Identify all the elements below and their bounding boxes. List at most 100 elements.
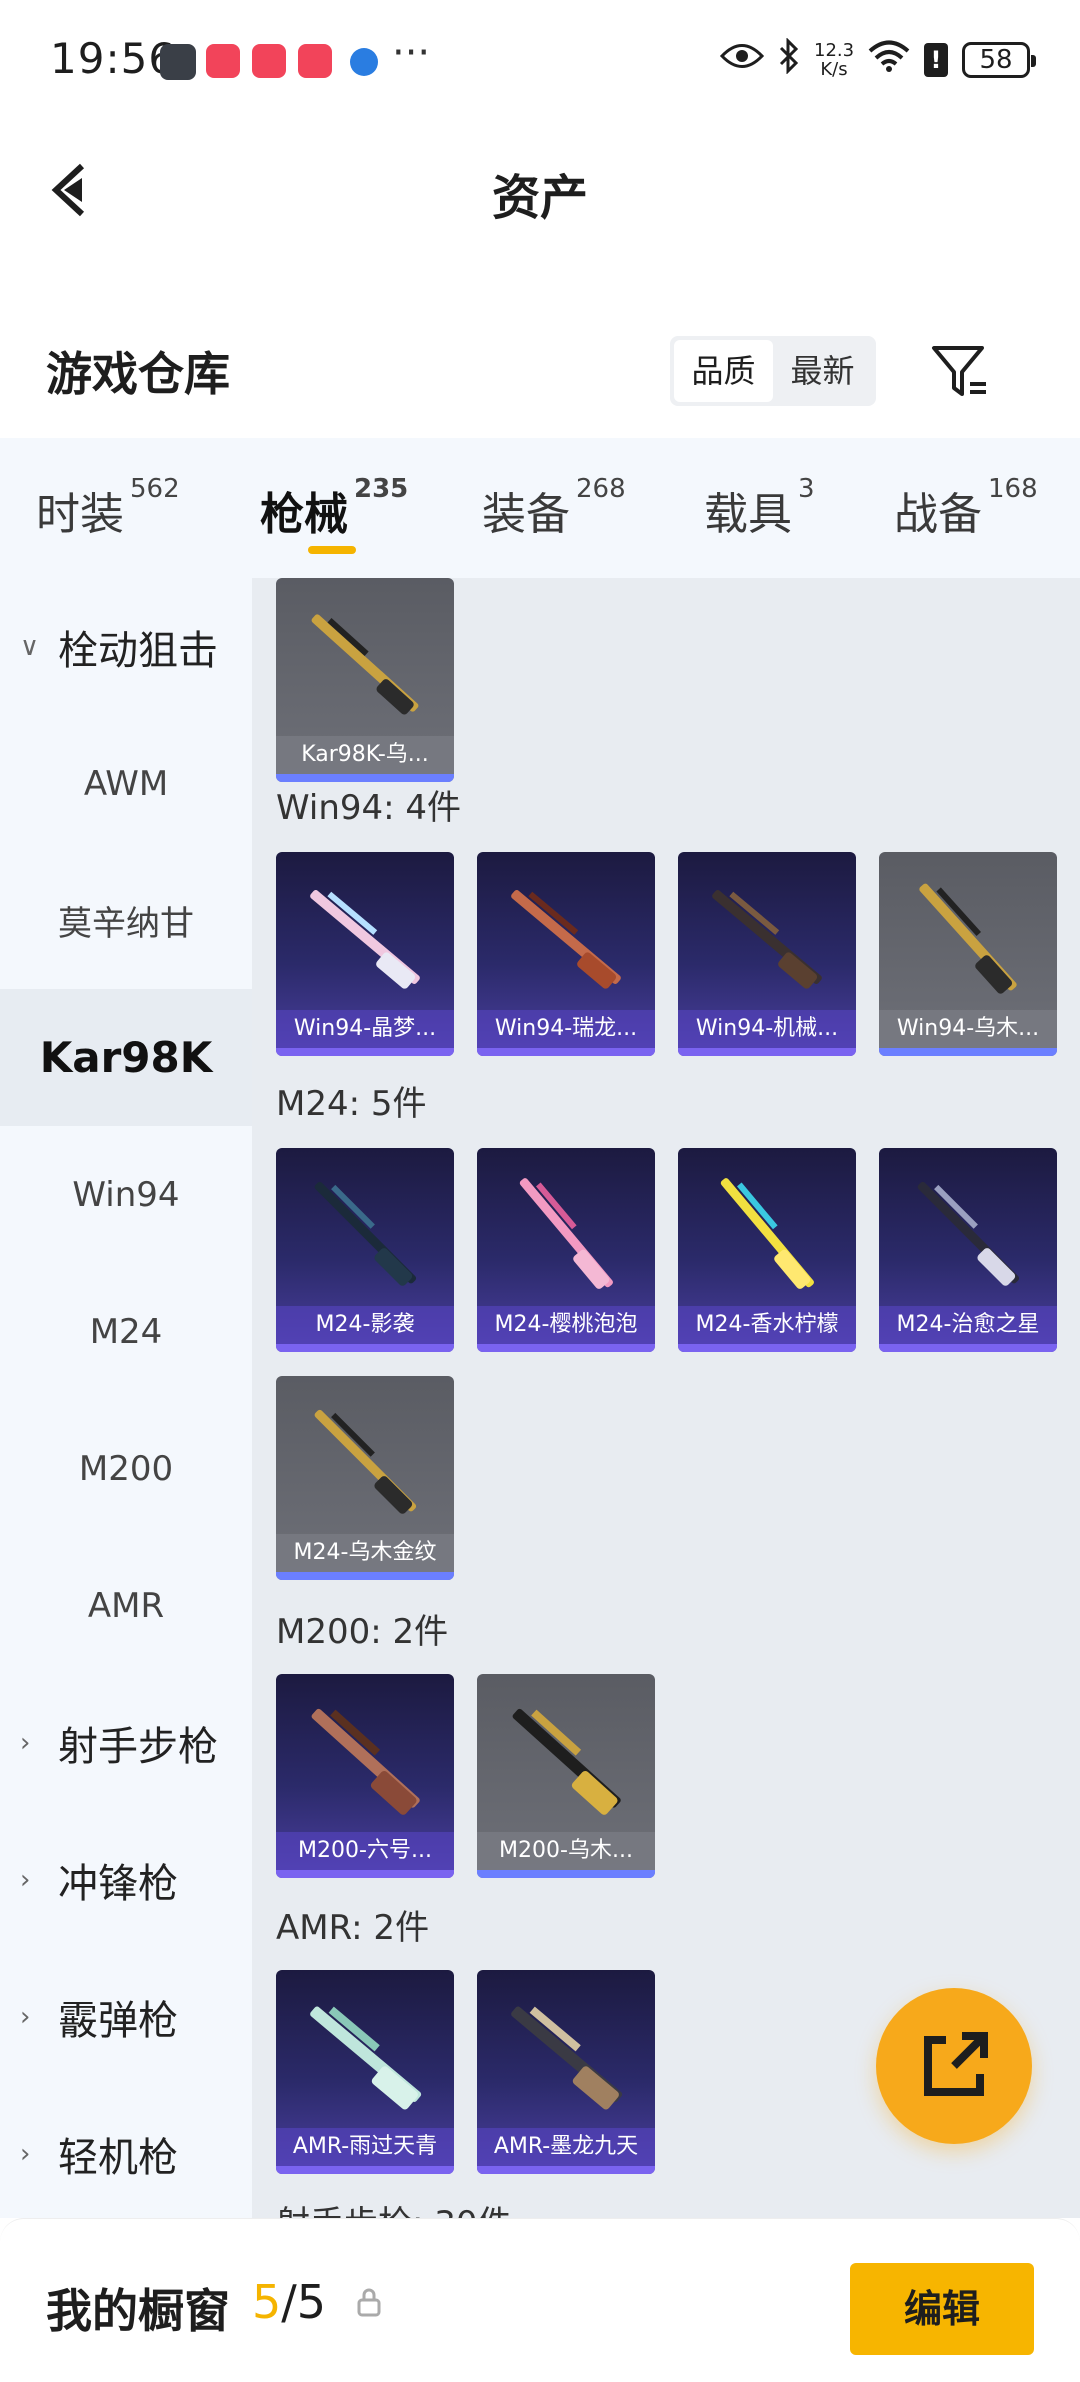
- skin-card[interactable]: M200-六号...: [276, 1674, 454, 1878]
- sidebar-item-bolt-action[interactable]: ∨ 栓动狙击: [0, 578, 252, 715]
- skin-card[interactable]: Win94-晶梦...: [276, 852, 454, 1056]
- rarity-bar: [477, 1870, 655, 1878]
- sidebar-item-smg[interactable]: › 冲锋枪: [0, 1811, 252, 1948]
- skin-card[interactable]: AMR-雨过天青: [276, 1970, 454, 2174]
- active-tab-indicator: [308, 546, 356, 554]
- showcase-count: 5/5: [252, 2275, 327, 2329]
- eye-icon: [719, 41, 765, 78]
- rifle-icon: [311, 614, 419, 715]
- game-app-icon: [160, 44, 196, 80]
- tab-equipment[interactable]: 装备 268: [482, 474, 626, 542]
- rifle-icon: [314, 1409, 417, 1514]
- skin-name: Win94-机械...: [678, 1010, 856, 1048]
- skin-card[interactable]: M200-乌木...: [477, 1674, 655, 1878]
- rifle-icon: [311, 1708, 420, 1815]
- lock-icon: [357, 2288, 381, 2317]
- edit-button[interactable]: 编辑: [850, 2263, 1034, 2355]
- rarity-bar: [477, 1048, 655, 1056]
- skin-name: M24-樱桃泡泡: [477, 1306, 655, 1344]
- skin-name: M24-乌木金纹: [276, 1534, 454, 1572]
- sidebar-item-shotgun[interactable]: › 霰弹枪: [0, 1948, 252, 2085]
- chevron-right-icon: ›: [20, 1864, 31, 1895]
- sort-quality-button[interactable]: 品质: [674, 340, 773, 402]
- skin-card[interactable]: M24-樱桃泡泡: [477, 1148, 655, 1352]
- sidebar-item-lmg[interactable]: › 轻机枪: [0, 2085, 252, 2222]
- sidebar-item-dmr[interactable]: › 射手步枪: [0, 1674, 252, 1811]
- warehouse-header: 游戏仓库 品质 最新: [0, 320, 1080, 440]
- skin-name: M24-影袭: [276, 1306, 454, 1344]
- filter-button[interactable]: [928, 340, 992, 404]
- sidebar-item-awm[interactable]: AWM: [0, 715, 252, 852]
- rarity-bar: [678, 1048, 856, 1056]
- battery-indicator: 58: [962, 41, 1036, 78]
- skin-card[interactable]: M24-乌木金纹: [276, 1376, 454, 1580]
- rifle-icon: [310, 2006, 422, 2110]
- weapon-type-sidebar: ∨ 栓动狙击 AWM 莫辛纳甘 Kar98K Win94 M24 M200 AM…: [0, 578, 252, 2218]
- tab-guns[interactable]: 枪械 235: [260, 474, 408, 542]
- skin-name: AMR-雨过天青: [276, 2128, 454, 2166]
- skin-name: AMR-墨龙九天: [477, 2128, 655, 2166]
- skin-name: M24-治愈之星: [879, 1306, 1057, 1344]
- skin-card[interactable]: Win94-乌木...: [879, 852, 1057, 1056]
- skin-card[interactable]: Kar98K-乌...: [276, 578, 454, 782]
- tab-fashion[interactable]: 时装 562: [36, 474, 180, 542]
- sidebar-item-win94[interactable]: Win94: [0, 1126, 252, 1263]
- skin-name: Win94-晶梦...: [276, 1010, 454, 1048]
- sidebar-item-mosin[interactable]: 莫辛纳甘: [0, 852, 252, 989]
- sidebar-item-kar98k[interactable]: Kar98K: [0, 989, 252, 1126]
- chevron-down-icon: ∨: [20, 631, 40, 662]
- tab-vehicles[interactable]: 载具 3: [704, 474, 815, 542]
- sidebar-item-amr[interactable]: AMR: [0, 1537, 252, 1674]
- section-title-m200: M200: 2件: [276, 1612, 449, 1652]
- skin-name: Win94-乌木...: [879, 1010, 1057, 1048]
- sidebar-item-m24[interactable]: M24: [0, 1263, 252, 1400]
- rarity-bar: [276, 1048, 454, 1056]
- showcase-bar: 我的橱窗 5/5 编辑: [0, 2218, 1080, 2382]
- warehouse-title: 游戏仓库: [46, 347, 230, 401]
- sort-latest-button[interactable]: 最新: [773, 340, 872, 402]
- wifi-icon: [868, 40, 910, 79]
- rifle-icon: [519, 1178, 613, 1289]
- tab-supplies[interactable]: 战备 168: [894, 474, 1038, 542]
- rarity-bar: [678, 1344, 856, 1352]
- section-title-dmr: 射手步枪: 30件: [276, 2196, 512, 2218]
- rifle-icon: [919, 883, 1017, 994]
- sidebar-item-m200[interactable]: M200: [0, 1400, 252, 1537]
- status-bar: 19:56 ··· 12.3 K/s ! 58: [0, 0, 1080, 120]
- skin-card[interactable]: Win94-机械...: [678, 852, 856, 1056]
- rifle-icon: [511, 2006, 623, 2110]
- chevron-right-icon: ›: [20, 1727, 31, 1758]
- skin-name: Kar98K-乌...: [276, 736, 454, 774]
- network-speed: 12.3 K/s: [814, 39, 855, 80]
- share-button[interactable]: [876, 1988, 1032, 2144]
- skin-card[interactable]: M24-影袭: [276, 1148, 454, 1352]
- sort-toggle: 品质 最新: [670, 336, 876, 406]
- rifle-icon: [712, 890, 822, 989]
- rifle-icon: [310, 890, 420, 989]
- skin-card[interactable]: M24-香水柠檬: [678, 1148, 856, 1352]
- rifle-icon: [314, 1181, 417, 1286]
- rarity-bar: [276, 1870, 454, 1878]
- shopping-bag-icon: [206, 44, 240, 78]
- rarity-bar: [276, 1572, 454, 1580]
- section-title-m24: M24: 5件: [276, 1084, 427, 1124]
- skin-card[interactable]: Win94-瑞龙...: [477, 852, 655, 1056]
- section-title-win94: Win94: 4件: [276, 788, 462, 828]
- skin-name: M200-六号...: [276, 1832, 454, 1870]
- rifle-icon: [512, 1708, 621, 1815]
- skin-name: M24-香水柠檬: [678, 1306, 856, 1344]
- alert-icon: !: [924, 42, 948, 77]
- section-title-amr: AMR: 2件: [276, 1908, 430, 1948]
- rarity-bar: [477, 1344, 655, 1352]
- rarity-bar: [477, 2166, 655, 2174]
- showcase-label: 我的橱窗: [46, 2284, 230, 2338]
- shopping-bag-icon: [298, 44, 332, 78]
- rarity-bar: [879, 1344, 1057, 1352]
- skin-name: Win94-瑞龙...: [477, 1010, 655, 1048]
- skin-card[interactable]: M24-治愈之星: [879, 1148, 1057, 1352]
- skin-card[interactable]: AMR-墨龙九天: [477, 1970, 655, 2174]
- status-icons: 12.3 K/s ! 58: [719, 37, 1036, 81]
- rarity-bar: [276, 2166, 454, 2174]
- rifle-icon: [511, 890, 621, 989]
- status-time: 19:56: [50, 34, 177, 83]
